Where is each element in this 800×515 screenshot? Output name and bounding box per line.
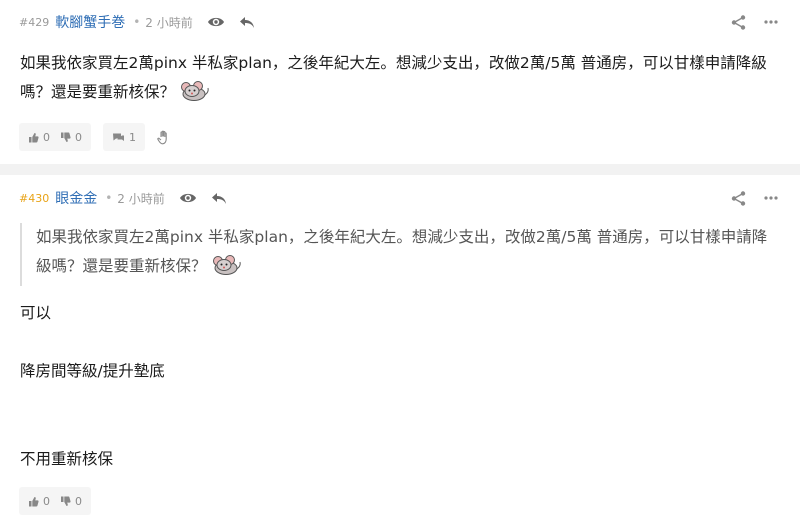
separator-dot: • xyxy=(105,191,113,205)
post-number: #429 xyxy=(19,15,50,29)
post-body: 降房間等級/提升墊底 xyxy=(20,357,780,386)
vote-group: 0 0 xyxy=(19,123,91,151)
share-icon[interactable] xyxy=(731,190,746,206)
thumb-up-icon xyxy=(29,496,39,506)
post-body: 不用重新核保 xyxy=(20,445,780,474)
upvote-button[interactable]: 0 xyxy=(28,131,50,144)
quoted-post: 如果我依家買左2萬pinx 半私家plan，之後年紀大左。想減少支出，改做2萬/… xyxy=(20,223,780,286)
upvote-button[interactable]: 0 xyxy=(28,495,50,508)
vote-group: 0 0 xyxy=(19,487,91,515)
mouse-emoji-icon xyxy=(209,254,243,286)
post-time: 2 小時前 xyxy=(145,15,193,30)
post-body-line: 可以 xyxy=(20,304,52,322)
post-time: 2 小時前 xyxy=(117,191,165,206)
post-meta: #430 眼金金 • 2 小時前 xyxy=(19,188,241,208)
reply-count-button[interactable]: 1 xyxy=(103,123,145,151)
downvote-count: 0 xyxy=(75,130,82,144)
thumb-down-icon xyxy=(61,496,71,506)
post-429: #429 軟腳蟹手巻 • 2 小時前 如果我依家買左2萬pinx 半私家plan… xyxy=(0,0,800,164)
quoted-text: 如果我依家買左2萬pinx 半私家plan，之後年紀大左。想減少支出，改做2萬/… xyxy=(36,228,768,275)
post-body: 可以 xyxy=(20,299,780,328)
post-body-line: 不用重新核保 xyxy=(20,450,114,468)
share-icon[interactable] xyxy=(731,14,746,30)
post-body: 如果我依家買左2萬pinx 半私家plan，之後年紀大左。想減少支出，改做2萬/… xyxy=(20,49,780,112)
author-name[interactable]: 軟腳蟹手巻 xyxy=(55,12,125,32)
thumb-up-icon xyxy=(29,132,39,142)
mouse-emoji-icon xyxy=(177,80,211,112)
thumb-down-icon xyxy=(61,132,71,142)
reply-count: 1 xyxy=(112,131,136,144)
post-430: #430 眼金金 • 2 小時前 如果我依家買左2萬pinx 半私家plan，之… xyxy=(0,175,800,515)
reply-icon[interactable] xyxy=(211,192,227,205)
upvote-count: 0 xyxy=(43,494,50,508)
downvote-count: 0 xyxy=(75,494,82,508)
eye-icon[interactable] xyxy=(179,192,197,204)
post-number: #430 xyxy=(19,191,50,205)
reply-icon[interactable] xyxy=(239,16,255,29)
reply-count-value: 1 xyxy=(129,130,136,144)
downvote-button[interactable]: 0 xyxy=(60,495,82,508)
separator-dot: • xyxy=(133,15,141,29)
post-body-line: 降房間等級/提升墊底 xyxy=(20,362,165,380)
more-icon[interactable] xyxy=(764,20,778,24)
comment-icon xyxy=(113,133,124,141)
post-body-text: 如果我依家買左2萬pinx 半私家plan，之後年紀大左。想減少支出，改做2萬/… xyxy=(20,54,767,101)
upvote-count: 0 xyxy=(43,130,50,144)
more-icon[interactable] xyxy=(764,196,778,200)
downvote-button[interactable]: 0 xyxy=(60,131,82,144)
post-tools xyxy=(731,188,778,208)
eye-icon[interactable] xyxy=(207,16,225,28)
post-meta: #429 軟腳蟹手巻 • 2 小時前 xyxy=(19,12,269,32)
hand-icon[interactable] xyxy=(153,126,175,148)
author-name[interactable]: 眼金金 xyxy=(55,188,97,208)
post-divider xyxy=(0,164,800,175)
post-tools xyxy=(731,12,778,32)
